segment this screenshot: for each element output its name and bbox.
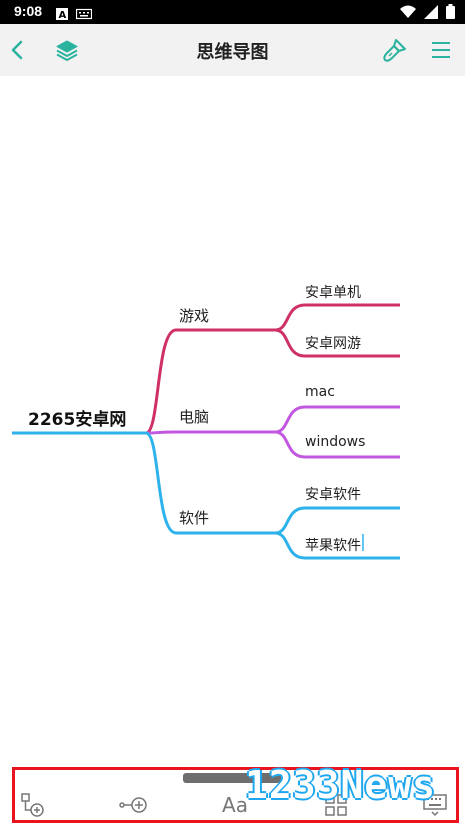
leaf-node-android-online[interactable]: 安卓网游 <box>305 333 361 353</box>
theme-brush-button[interactable] <box>381 36 409 64</box>
leaf-connector-android-software <box>274 506 400 535</box>
app-header: 思维导图 <box>0 24 465 76</box>
menu-button[interactable] <box>427 36 455 64</box>
branch-node-computer[interactable]: 电脑 <box>179 406 209 427</box>
menu-icon <box>432 42 450 58</box>
leaf-connector-android-standalone <box>274 303 400 332</box>
add-sibling-node-icon <box>119 797 147 813</box>
branch-connector-games <box>145 328 275 435</box>
leaf-node-android-software[interactable]: 安卓软件 <box>305 484 361 504</box>
add-sibling-node-button[interactable] <box>119 790 149 820</box>
watermark: 1233News <box>245 763 437 807</box>
status-bar: 9:08 A <box>0 0 465 24</box>
branch-connector-software <box>145 431 275 535</box>
add-child-node-icon <box>21 793 44 817</box>
wifi-icon <box>400 4 416 23</box>
signal-icon <box>424 4 438 23</box>
battery-icon <box>446 4 455 23</box>
svg-text:A: A <box>59 10 67 20</box>
status-time: 9:08 <box>14 3 43 19</box>
mindmap-canvas[interactable]: 2265安卓网 游戏 电脑 软件 安卓单机 安卓网游 mac windows 安… <box>0 76 465 766</box>
paint-brush-icon <box>383 39 406 62</box>
leaf-node-apple-software[interactable]: 苹果软件 <box>305 535 361 555</box>
branch-node-games[interactable]: 游戏 <box>179 305 209 326</box>
leaf-node-windows[interactable]: windows <box>305 434 365 450</box>
a-badge-icon: A <box>56 5 68 24</box>
leaf-node-mac[interactable]: mac <box>305 384 335 400</box>
leaf-node-android-standalone[interactable]: 安卓单机 <box>305 282 361 302</box>
branch-connector-computer <box>145 430 275 435</box>
root-node[interactable]: 2265安卓网 <box>28 405 126 430</box>
keyboard-icon <box>75 5 93 24</box>
branch-node-software[interactable]: 软件 <box>179 507 209 528</box>
add-child-node-button[interactable] <box>18 790 48 820</box>
leaf-connector-mac <box>274 405 400 434</box>
